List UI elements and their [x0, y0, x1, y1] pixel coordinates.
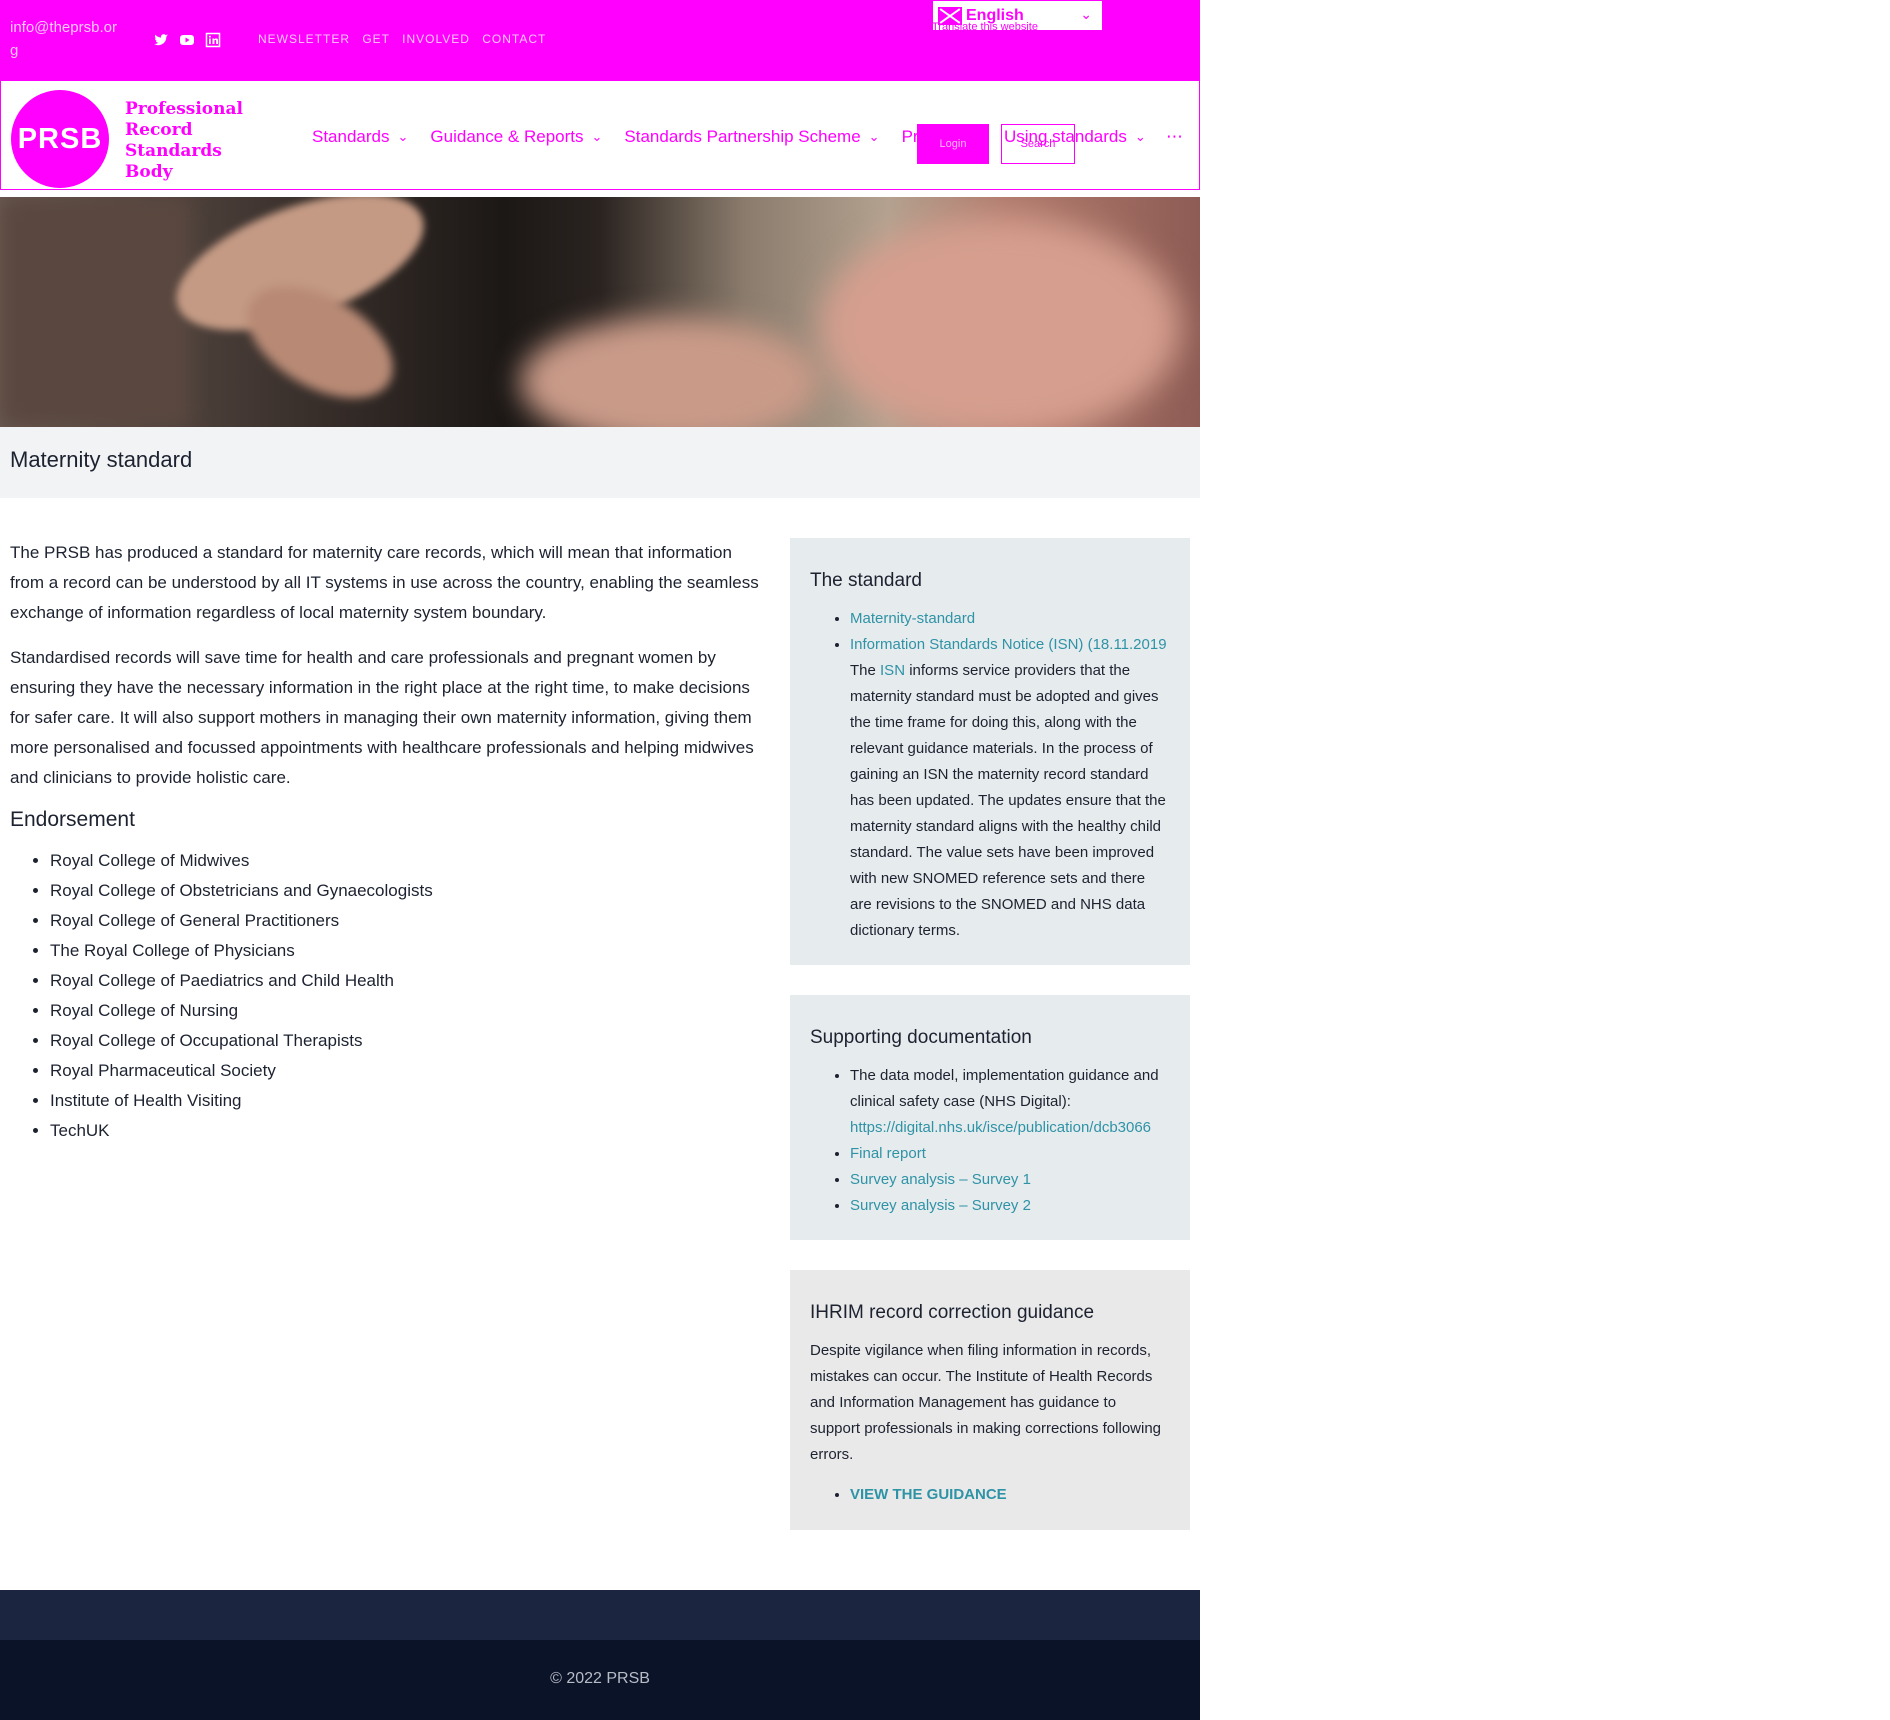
nav-guidance-reports[interactable]: Guidance & Reports ⌄ [430, 127, 602, 147]
nhs-digital-link[interactable]: https://digital.nhs.uk/isce/publication/… [850, 1119, 1151, 1136]
nav-standards-partnership-scheme[interactable]: Standards Partnership Scheme ⌄ [624, 127, 879, 147]
translate-note: Translate this website [932, 21, 1038, 33]
survey-1-link[interactable]: Survey analysis – Survey 1 [850, 1171, 1031, 1188]
logo-text[interactable]: Professional Record Standards Body [125, 99, 245, 183]
chevron-down-icon: ⌄ [591, 129, 603, 144]
list-item: The data model, implementation guidance … [850, 1063, 1170, 1141]
list-item: Royal Pharmaceutical Society [50, 1056, 770, 1086]
nav-standards[interactable]: Standards ⌄ [312, 127, 408, 147]
utility-links[interactable]: NEWSLETTER GET INVOLVED CONTACT [258, 32, 546, 46]
login-button[interactable]: Login [917, 124, 989, 164]
standard-links: Maternity-standard Information Standards… [850, 606, 1170, 944]
list-item: TechUK [50, 1116, 770, 1146]
supporting-links: The data model, implementation guidance … [850, 1063, 1170, 1219]
intro-paragraph: The PRSB has produced a standard for mat… [10, 543, 759, 622]
list-item: Royal College of Paediatrics and Child H… [50, 966, 770, 996]
nav-using-standards[interactable]: Using standards ⌄ [1004, 127, 1146, 147]
ihrim-links: VIEW THE GUIDANCE [850, 1482, 1170, 1508]
supporting-documentation-box: Supporting documentation The data model,… [790, 995, 1190, 1240]
footer-top [0, 1590, 1200, 1640]
endorsement-heading: Endorsement [10, 808, 135, 831]
hero-image [0, 197, 1200, 427]
final-report-link[interactable]: Final report [850, 1145, 926, 1162]
isn-link[interactable]: ISN [880, 662, 905, 679]
list-item: Royal College of Occupational Therapists [50, 1026, 770, 1056]
linkedin-icon[interactable] [205, 32, 221, 48]
supporting-heading: Supporting documentation [810, 1027, 1032, 1048]
page-title: Maternity standard [10, 447, 193, 472]
view-guidance-link[interactable]: VIEW THE GUIDANCE [850, 1486, 1007, 1503]
benefits-paragraph: Standardised records will save time for … [10, 648, 754, 787]
data-model-text: The data model, implementation guidance … [850, 1067, 1159, 1110]
isn-prefix: The [850, 662, 881, 679]
isn-notice-link[interactable]: Information Standards Notice (ISN) (18.1… [850, 636, 1167, 653]
list-item: Maternity-standard [850, 606, 1170, 632]
list-item: The Royal College of Physicians [50, 936, 770, 966]
twitter-icon[interactable] [153, 32, 169, 48]
ihrim-heading: IHRIM record correction guidance [810, 1302, 1095, 1323]
footer: © 2022 PRSB [0, 1640, 1200, 1720]
survey-2-link[interactable]: Survey analysis – Survey 2 [850, 1197, 1031, 1214]
email-link[interactable]: info@theprsb.org [10, 16, 120, 62]
isn-description: informs service providers that the mater… [850, 662, 1166, 939]
endorsement-list: Royal College of Midwives Royal College … [50, 846, 770, 1146]
nav-label: Guidance & Reports [430, 127, 584, 146]
nav-label: Pr [901, 127, 919, 146]
list-item: VIEW THE GUIDANCE [850, 1482, 1170, 1508]
standard-heading: The standard [810, 570, 922, 591]
more-menu-icon[interactable]: ⋯ [1166, 127, 1183, 147]
list-item: Royal College of Obstetricians and Gynae… [50, 876, 770, 906]
chevron-down-icon: ⌄ [397, 129, 409, 144]
chevron-down-icon: ⌄ [1134, 129, 1146, 144]
nav-label: Using standards [1004, 127, 1127, 146]
standard-box: The standard Maternity-standard Informat… [790, 538, 1190, 965]
main-nav: Standards ⌄ Guidance & Reports ⌄ Standar… [312, 127, 920, 147]
list-item: Institute of Health Visiting [50, 1086, 770, 1116]
list-item: Royal College of Midwives [50, 846, 770, 876]
youtube-icon[interactable] [179, 32, 195, 48]
chevron-down-icon: ⌄ [868, 129, 880, 144]
list-item: Survey analysis – Survey 2 [850, 1193, 1170, 1219]
list-item: Royal College of General Practitioners [50, 906, 770, 936]
ihrim-text: Despite vigilance when filing informatio… [810, 1342, 1162, 1463]
ihrim-box: IHRIM record correction guidance Despite… [790, 1270, 1190, 1530]
copyright: © 2022 PRSB [550, 1670, 650, 1687]
list-item: Information Standards Notice (ISN) (18.1… [850, 632, 1170, 944]
nav-label: Standards [312, 127, 390, 146]
nav-label: Standards Partnership Scheme [624, 127, 861, 146]
logo[interactable]: PRSB [11, 90, 109, 188]
main-content: The PRSB has produced a standard for mat… [10, 538, 770, 1146]
maternity-standard-link[interactable]: Maternity-standard [850, 610, 975, 627]
site-header: PRSB Professional Record Standards Body … [0, 80, 1200, 190]
list-item: Final report [850, 1141, 1170, 1167]
title-band: Maternity standard [0, 427, 1200, 498]
list-item: Survey analysis – Survey 1 [850, 1167, 1170, 1193]
list-item: Royal College of Nursing [50, 996, 770, 1026]
social-links [153, 32, 221, 48]
chevron-down-icon: ⌄ [1080, 6, 1092, 22]
